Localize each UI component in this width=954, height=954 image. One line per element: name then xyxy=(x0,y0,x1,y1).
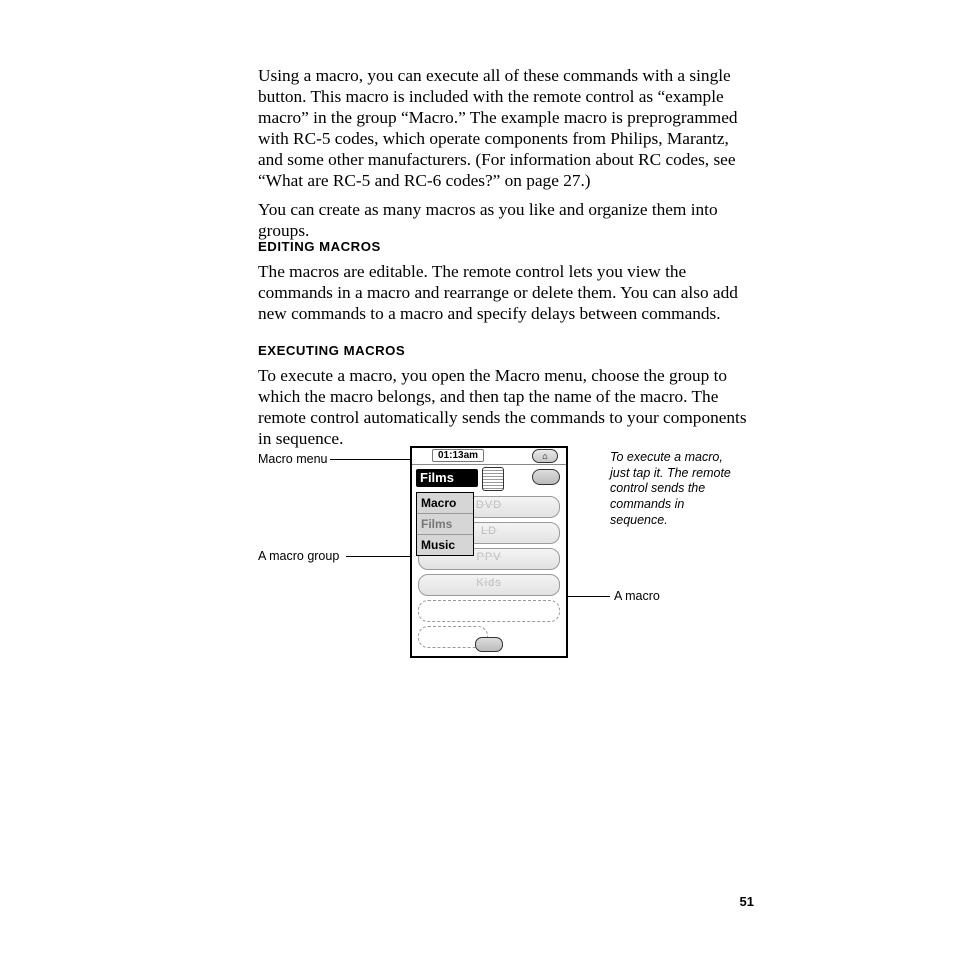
intro-paragraph: Using a macro, you can execute all of th… xyxy=(258,65,748,192)
page-icon[interactable] xyxy=(475,637,503,652)
remote-title[interactable]: Films xyxy=(416,469,478,487)
menu-item-macro[interactable]: Macro xyxy=(417,493,473,514)
leader-a-macro xyxy=(568,596,610,597)
home-icon[interactable]: ⌂ xyxy=(532,449,558,463)
label-macro-menu: Macro menu xyxy=(258,452,327,468)
groups-paragraph: You can create as many macros as you lik… xyxy=(258,199,748,241)
menu-item-music[interactable]: Music xyxy=(417,535,473,555)
macro-row-label: Kids xyxy=(419,577,559,589)
macro-row-kids[interactable]: Kids xyxy=(418,574,560,596)
remote-titlebar: Films xyxy=(412,465,566,491)
editing-paragraph: The macros are editable. The remote cont… xyxy=(258,261,748,324)
macro-diagram: Macro menu A macro group To execute a ma… xyxy=(258,446,788,676)
remote-time: 01:13am xyxy=(432,449,484,462)
diagram-caption: To execute a macro, just tap it. The rem… xyxy=(610,450,740,528)
leader-macro-menu xyxy=(330,459,410,460)
menu-item-films[interactable]: Films xyxy=(417,514,473,535)
page-number: 51 xyxy=(740,894,754,909)
learn-icon[interactable] xyxy=(532,469,560,485)
macro-row-empty[interactable] xyxy=(418,600,560,622)
heading-editing-macros: EDITING MACROS xyxy=(258,239,381,254)
executing-paragraph: To execute a macro, you open the Macro m… xyxy=(258,365,748,449)
leader-macro-group xyxy=(346,556,412,557)
macro-menu-dropdown[interactable]: Macro Films Music xyxy=(416,492,474,556)
remote-screen: 01:13am ⌂ Films Macro Films Music DVD LD… xyxy=(410,446,568,658)
remote-statusbar: 01:13am ⌂ xyxy=(412,448,566,465)
label-macro-group: A macro group xyxy=(258,549,339,565)
label-a-macro: A macro xyxy=(614,589,660,605)
list-icon[interactable] xyxy=(482,467,504,491)
heading-executing-macros: EXECUTING MACROS xyxy=(258,343,405,358)
